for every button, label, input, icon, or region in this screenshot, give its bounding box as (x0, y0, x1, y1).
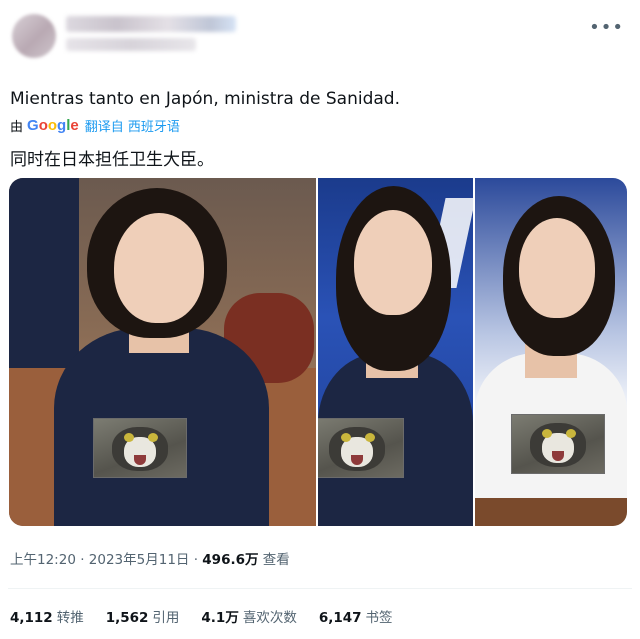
more-horizontal-icon[interactable]: ••• (589, 17, 624, 38)
tweet-date[interactable]: 2023年5月11日 (89, 552, 190, 568)
views-count: 496.6万 (202, 552, 259, 568)
translation-by-label: 由 (10, 119, 24, 135)
photo-2[interactable] (318, 178, 473, 526)
avatar[interactable] (12, 14, 56, 58)
cat-sticker-3 (511, 414, 605, 474)
tweet-time[interactable]: 上午12:20 (10, 552, 76, 568)
views-label: 查看 (258, 552, 290, 568)
media-grid (9, 178, 627, 526)
display-name-blurred[interactable] (66, 16, 236, 32)
stat-bookmarks[interactable]: 6,147 书签 (319, 606, 393, 626)
background-person (9, 178, 79, 368)
handle-blurred[interactable] (66, 38, 196, 51)
google-logo-letter: g (57, 116, 67, 134)
face (354, 210, 432, 315)
google-logo-letter: e (70, 116, 79, 134)
tweet-text: Mientras tanto en Japón, ministra de San… (10, 89, 401, 109)
photo-3[interactable] (475, 178, 627, 526)
translated-text: 同时在日本担任卫生大臣。 (10, 150, 214, 170)
face (519, 218, 595, 318)
translation-attribution: 由 Google 翻译自 西班牙语 (10, 115, 180, 135)
cat-sticker-1 (93, 418, 187, 478)
cat-sticker-2 (318, 418, 404, 478)
engagement-stats: 4,112 转推 1,562 引用 4.1万 喜欢次数 6,147 书签 (10, 606, 393, 626)
stat-quotes[interactable]: 1,562 引用 (106, 606, 180, 626)
stat-retweets[interactable]: 4,112 转推 (10, 606, 84, 626)
stat-likes[interactable]: 4.1万 喜欢次数 (201, 606, 296, 626)
google-logo: Google (27, 117, 79, 134)
photo-1[interactable] (9, 178, 316, 526)
tweet-header: ••• (0, 0, 640, 70)
translated-from-link[interactable]: 翻译自 西班牙语 (85, 116, 180, 135)
google-logo-letter: o (47, 116, 58, 134)
google-logo-letter: G (27, 116, 39, 134)
divider (8, 588, 632, 589)
tweet-meta: 上午12:20 · 2023年5月11日 · 496.6万 查看 (10, 552, 290, 568)
face (114, 213, 204, 323)
google-logo-letter: o (38, 116, 48, 134)
